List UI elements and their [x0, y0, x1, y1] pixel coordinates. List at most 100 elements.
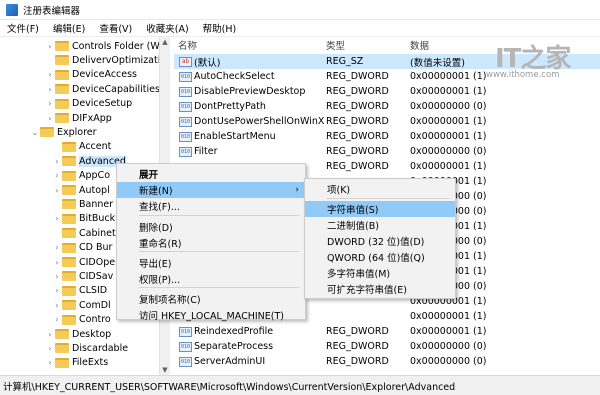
folder-icon — [55, 55, 69, 66]
collapsed-arrow-icon[interactable]: › — [45, 42, 55, 51]
collapsed-arrow-icon[interactable]: › — [52, 272, 62, 281]
collapsed-arrow-icon[interactable]: › — [52, 171, 62, 180]
context-menu-item-label: 删除(D) — [139, 223, 173, 234]
status-bar: 计算机\HKEY_CURRENT_USER\SOFTWARE\Microsoft… — [0, 375, 600, 395]
context-menu-item[interactable]: 权限(P)... — [117, 271, 305, 287]
tree-item[interactable]: › DeviceSetup — [48, 97, 132, 111]
collapsed-arrow-icon[interactable]: › — [52, 157, 62, 166]
value-row[interactable]: 010 Filter REG_DWORD 0x00000000 (0) — [174, 144, 600, 159]
submenu-item[interactable]: 二进制值(B) — [305, 217, 455, 233]
collapsed-arrow-icon[interactable]: › — [52, 258, 62, 267]
context-menu-item[interactable]: 重命名(R) — [117, 235, 305, 251]
tree-item[interactable]: DelivervOptimization — [55, 53, 169, 67]
folder-icon — [55, 69, 69, 80]
tree-item[interactable]: › Discardable — [48, 341, 128, 355]
column-data[interactable]: 数据 — [410, 37, 429, 53]
submenu-item-label: DWORD (32 位)值(D) — [327, 237, 425, 248]
scroll-up-icon[interactable]: ▲ — [161, 38, 169, 46]
context-menu-item[interactable]: 展开 — [117, 166, 305, 182]
folder-icon — [62, 271, 76, 282]
collapsed-arrow-icon[interactable]: › — [52, 301, 62, 310]
tree-item[interactable]: › DeviceCapabilities — [48, 82, 160, 96]
value-row[interactable]: 010 DontPrettyPath REG_DWORD 0x00000000 (0) — [174, 99, 600, 114]
tree-item[interactable]: › ComDl — [55, 298, 110, 312]
string-value-icon: ab — [179, 56, 192, 67]
tree-item[interactable]: › Autopl — [55, 183, 110, 197]
tree-item[interactable]: › AppCo — [55, 169, 111, 183]
collapsed-arrow-icon[interactable]: › — [45, 70, 55, 79]
context-menu-item[interactable]: 查找(F)... — [117, 198, 305, 214]
tree-item[interactable]: › Controls Folder (Wo — [48, 39, 165, 53]
scroll-down-icon[interactable]: ▼ — [161, 366, 169, 374]
value-data: 0x00000001 (1) — [410, 326, 487, 337]
collapsed-arrow-icon[interactable]: › — [45, 358, 55, 367]
context-menu-item[interactable]: 删除(D) — [117, 219, 305, 235]
context-menu-item[interactable]: 导出(E) — [117, 255, 305, 271]
tree-item-label: Desktop — [72, 328, 112, 340]
submenu-item[interactable]: 可扩充字符串值(E) — [305, 281, 455, 297]
binary-value-icon: 010 — [179, 356, 192, 367]
collapsed-arrow-icon[interactable]: › — [45, 114, 55, 123]
value-row[interactable]: 010 DisablePreviewDesktop REG_DWORD 0x00000… — [174, 84, 600, 99]
context-menu-item[interactable]: 访问 HKEY_LOCAL_MACHINE(T) — [117, 307, 305, 323]
column-name[interactable]: 名称 — [178, 37, 197, 53]
context-menu-item-label: 权限(P)... — [139, 275, 181, 286]
collapsed-arrow-icon[interactable]: › — [52, 286, 62, 295]
menu-separator — [139, 287, 299, 288]
tree-item[interactable]: › Desktop — [48, 327, 112, 341]
value-row[interactable]: 010 ServerAdminUI REG_DWORD 0x00000000 (0) — [174, 354, 600, 369]
tree-item[interactable]: › CIDOpe — [55, 255, 116, 269]
menu-view[interactable]: 查看(V) — [92, 21, 139, 35]
collapsed-arrow-icon[interactable]: › — [52, 315, 62, 324]
tree-item[interactable]: › CD Bur — [55, 241, 113, 255]
submenu-item[interactable]: DWORD (32 位)值(D) — [305, 233, 455, 249]
folder-icon — [55, 41, 69, 51]
value-data: 0x00000001 (1) — [410, 71, 487, 82]
column-type[interactable]: 类型 — [326, 37, 345, 53]
value-row[interactable]: 010 DontUsePowerShellOnWinX REG_DWORD 0x000… — [174, 114, 600, 129]
value-row[interactable]: 010 ReindexedProfile REG_DWORD 0x00000001 (… — [174, 324, 600, 339]
collapsed-arrow-icon[interactable]: › — [52, 243, 62, 252]
submenu-item[interactable]: QWORD (64 位)值(Q) — [305, 249, 455, 265]
submenu-item[interactable]: 多字符串值(M) — [305, 265, 455, 281]
tree-item[interactable]: › CIDSav — [55, 269, 113, 283]
context-menu-item-label: 展开 — [139, 170, 159, 181]
context-menu-item[interactable]: 复制项名称(C) — [117, 291, 305, 307]
tree-item[interactable]: › FileExts — [48, 356, 108, 370]
menu-edit[interactable]: 编辑(E) — [46, 21, 92, 35]
collapsed-arrow-icon[interactable]: › — [45, 85, 55, 94]
menu-favorites[interactable]: 收藏夹(A) — [139, 21, 195, 35]
tree-item[interactable]: Cabinet — [62, 226, 116, 240]
tree-item[interactable]: › Contro — [55, 313, 110, 327]
menu-help[interactable]: 帮助(H) — [196, 21, 244, 35]
expanded-arrow-icon[interactable]: ⌄ — [30, 128, 40, 137]
menu-file[interactable]: 文件(F) — [0, 21, 46, 35]
folder-icon — [55, 98, 69, 109]
tree-item[interactable]: Accent — [62, 140, 111, 154]
value-row[interactable]: 010 SeparateProcess REG_DWORD 0x00000000 (0… — [174, 339, 600, 354]
tree-item[interactable]: › CLSID — [55, 284, 107, 298]
value-data: 0x00000001 (1) — [410, 116, 487, 127]
tree-item[interactable]: › BitBuck — [55, 212, 115, 226]
tree-item[interactable]: › DIFxApp — [48, 111, 111, 125]
value-type: REG_DWORD — [326, 101, 389, 112]
tree-item[interactable]: ⌄ Explorer — [32, 125, 97, 139]
tree-item[interactable]: › DeviceAccess — [48, 68, 137, 82]
collapsed-arrow-icon[interactable]: › — [52, 214, 62, 223]
value-row[interactable]: 010 EnableStartMenu REG_DWORD 0x00000001 (1… — [174, 129, 600, 144]
tree-item[interactable]: Banner — [62, 197, 113, 211]
folder-icon — [62, 170, 76, 181]
tree-item-label: CIDOpe — [79, 256, 116, 268]
submenu-item[interactable]: 字符串值(S) — [305, 201, 455, 217]
folder-icon — [55, 113, 69, 123]
collapsed-arrow-icon[interactable]: › — [45, 330, 55, 339]
tree-item-label: CD Bur — [79, 242, 113, 254]
tree-item-label: Banner — [79, 198, 114, 210]
context-menu-item[interactable]: 新建(N) › — [117, 182, 305, 198]
collapsed-arrow-icon[interactable]: › — [45, 344, 55, 353]
tree-item-label: Autopl — [79, 184, 110, 196]
collapsed-arrow-icon[interactable]: › — [52, 186, 62, 195]
collapsed-arrow-icon[interactable]: › — [45, 99, 55, 108]
submenu-item[interactable]: 项(K) — [305, 181, 455, 197]
tree-item-label: AppCo — [79, 170, 111, 182]
